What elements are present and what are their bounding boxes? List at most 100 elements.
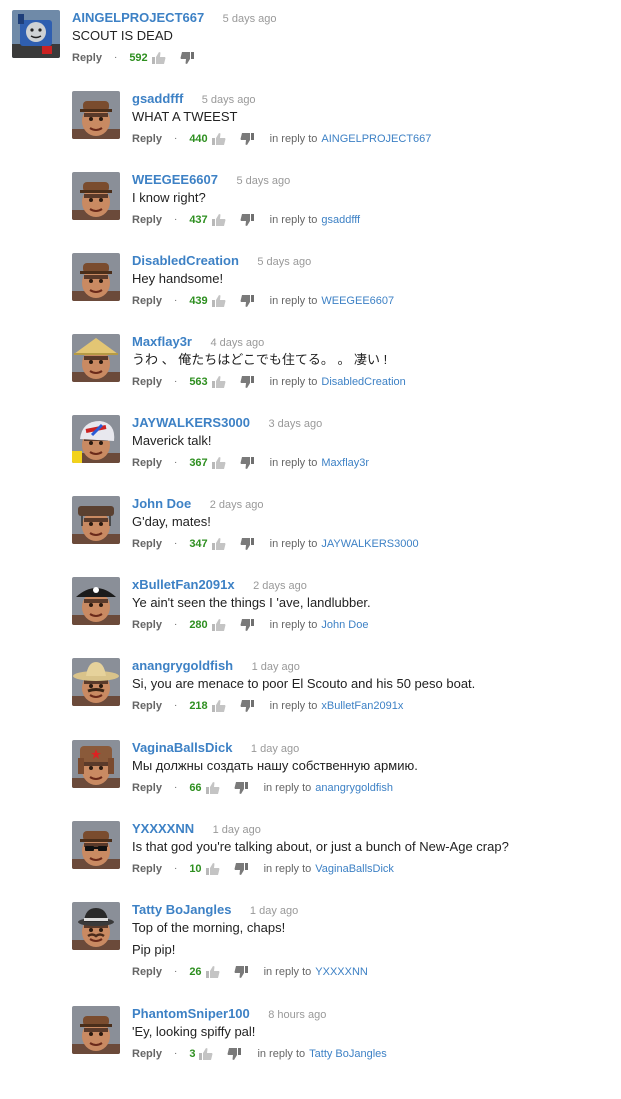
thumbs-up-icon[interactable] — [211, 700, 226, 712]
timestamp[interactable]: 1 day ago — [250, 905, 298, 917]
in-reply-to-link[interactable]: John Doe — [321, 619, 368, 631]
in-reply-to-link[interactable]: gsaddfff — [321, 214, 360, 226]
thumbs-down-icon[interactable] — [234, 863, 248, 875]
cork-hat-scout-avatar-icon[interactable] — [72, 496, 120, 544]
thumbs-down-icon[interactable] — [240, 133, 254, 145]
scout-avatar-icon[interactable] — [72, 91, 120, 139]
in-reply-to-link[interactable]: Maxflay3r — [321, 457, 369, 469]
in-reply-to-link[interactable]: xBulletFan2091x — [321, 700, 403, 712]
in-reply-to-link[interactable]: anangrygoldfish — [315, 782, 393, 794]
timestamp[interactable]: 5 days ago — [223, 13, 277, 25]
thumbs-up-icon[interactable] — [211, 214, 226, 226]
thumbs-up-icon[interactable] — [211, 376, 226, 388]
timestamp[interactable]: 5 days ago — [236, 175, 290, 187]
thumbs-up-icon[interactable] — [211, 295, 226, 307]
in-reply-to-link[interactable]: DisabledCreation — [321, 376, 405, 388]
comment-actions: Reply · 592 — [72, 49, 611, 67]
author-link[interactable]: gsaddfff — [132, 91, 183, 106]
comment-actions: Reply · 280 in reply to John Doe — [132, 616, 611, 634]
reply-button[interactable]: Reply — [132, 292, 162, 310]
in-reply-to-link[interactable]: WEEGEE6607 — [321, 295, 394, 307]
author-link[interactable]: AINGELPROJECT667 — [72, 10, 204, 25]
reply-button[interactable]: Reply — [132, 535, 162, 553]
timestamp[interactable]: 1 day ago — [213, 824, 261, 836]
reply-button[interactable]: Reply — [132, 779, 162, 797]
in-reply-to-link[interactable]: YXXXXNN — [315, 966, 368, 978]
reply-button[interactable]: Reply — [132, 963, 162, 981]
comment-text: Is that god you're talking about, or jus… — [132, 839, 509, 854]
author-link[interactable]: PhantomSniper100 — [132, 1006, 250, 1021]
scout-avatar-icon[interactable] — [72, 1006, 120, 1054]
thumbs-up-icon[interactable] — [211, 619, 226, 631]
timestamp[interactable]: 8 hours ago — [268, 1009, 326, 1021]
reply-button[interactable]: Reply — [132, 860, 162, 878]
thumbs-up-icon[interactable] — [211, 538, 226, 550]
thumbs-down-icon[interactable] — [180, 52, 194, 64]
sombrero-scout-avatar-icon[interactable] — [72, 658, 120, 706]
thumbs-down-icon[interactable] — [234, 782, 248, 794]
reply-button[interactable]: Reply — [132, 130, 162, 148]
thumbs-up-icon[interactable] — [211, 457, 226, 469]
timestamp[interactable]: 1 day ago — [251, 743, 299, 755]
author-link[interactable]: VaginaBallsDick — [132, 740, 232, 755]
reply-button[interactable]: Reply — [72, 49, 102, 67]
in-reply-to-link[interactable]: VaginaBallsDick — [315, 863, 394, 875]
thumbs-up-icon[interactable] — [205, 863, 220, 875]
in-reply-to-link[interactable]: Tatty BoJangles — [309, 1048, 387, 1060]
comment-body: YXXXXNN 1 day ago Is that god you're tal… — [132, 820, 611, 878]
reply-button[interactable]: Reply — [132, 373, 162, 391]
timestamp[interactable]: 5 days ago — [257, 256, 311, 268]
pirate-scout-avatar-icon[interactable] — [72, 577, 120, 625]
thumbs-up-icon[interactable] — [205, 782, 220, 794]
scout-avatar-icon[interactable] — [72, 253, 120, 301]
scout-avatar-icon[interactable] — [72, 172, 120, 220]
thumbs-down-icon[interactable] — [240, 295, 254, 307]
author-link[interactable]: YXXXXNN — [132, 821, 194, 836]
reply-button[interactable]: Reply — [132, 616, 162, 634]
thumbs-down-icon[interactable] — [234, 966, 248, 978]
thumbs-down-icon[interactable] — [240, 538, 254, 550]
author-link[interactable]: Maxflay3r — [132, 334, 192, 349]
thumbs-up-icon[interactable] — [205, 966, 220, 978]
reply-button[interactable]: Reply — [132, 697, 162, 715]
thumbs-up-icon[interactable] — [199, 1048, 213, 1060]
author-link[interactable]: anangrygoldfish — [132, 658, 233, 673]
in-reply-to: in reply to gsaddfff — [270, 211, 360, 229]
thomas-engine-avatar-icon[interactable] — [12, 10, 60, 58]
author-link[interactable]: JAYWALKERS3000 — [132, 415, 250, 430]
timestamp[interactable]: 2 days ago — [253, 580, 307, 592]
author-link[interactable]: DisabledCreation — [132, 253, 239, 268]
thumbs-down-icon[interactable] — [240, 619, 254, 631]
comment-text: Мы должны создать нашу собственную армию… — [132, 758, 418, 773]
timestamp[interactable]: 5 days ago — [202, 94, 256, 106]
straw-hat-scout-avatar-icon[interactable] — [72, 334, 120, 382]
reply-button[interactable]: Reply — [132, 211, 162, 229]
author-link[interactable]: xBulletFan2091x — [132, 577, 235, 592]
thumbs-down-icon[interactable] — [240, 214, 254, 226]
sunglasses-scout-avatar-icon[interactable] — [72, 821, 120, 869]
separator-dot: · — [173, 966, 178, 977]
thumbs-down-icon[interactable] — [227, 1048, 242, 1060]
like-count: 437 — [189, 214, 208, 226]
in-reply-to-link[interactable]: AINGELPROJECT667 — [321, 133, 431, 145]
author-link[interactable]: Tatty BoJangles — [132, 902, 231, 917]
timestamp[interactable]: 3 days ago — [268, 418, 322, 430]
author-link[interactable]: WEEGEE6607 — [132, 172, 218, 187]
comment-text: Pip pip! — [132, 942, 176, 957]
in-reply-to-label: in reply to — [269, 619, 318, 631]
thumbs-up-icon[interactable] — [151, 52, 166, 64]
ushanka-scout-avatar-icon[interactable] — [72, 740, 120, 788]
thumbs-down-icon[interactable] — [240, 376, 254, 388]
thumbs-up-icon[interactable] — [211, 133, 226, 145]
helmet-scout-avatar-icon[interactable] — [72, 415, 120, 463]
in-reply-to-link[interactable]: JAYWALKERS3000 — [321, 538, 418, 550]
bowler-hat-scout-avatar-icon[interactable] — [72, 902, 120, 950]
author-link[interactable]: John Doe — [132, 496, 191, 511]
timestamp[interactable]: 1 day ago — [252, 661, 300, 673]
thumbs-down-icon[interactable] — [240, 457, 254, 469]
reply-button[interactable]: Reply — [132, 1045, 162, 1063]
timestamp[interactable]: 4 days ago — [210, 337, 264, 349]
thumbs-down-icon[interactable] — [240, 700, 254, 712]
reply-button[interactable]: Reply — [132, 454, 162, 472]
timestamp[interactable]: 2 days ago — [210, 499, 264, 511]
